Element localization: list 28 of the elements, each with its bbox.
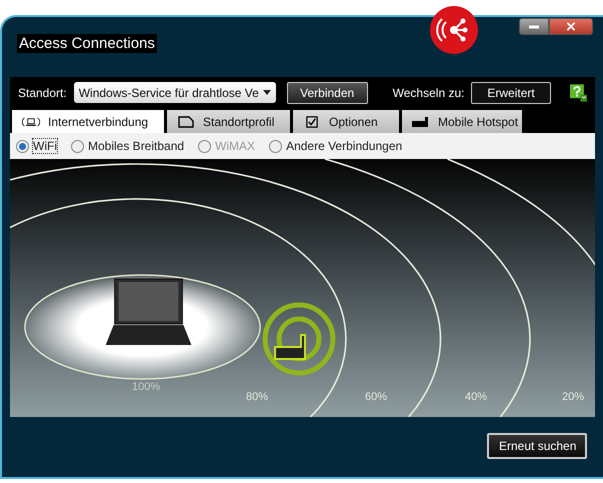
window-title: Access Connections [17, 34, 157, 53]
tab[interactable]: Mobile Hotspot [402, 110, 522, 133]
page-icon [177, 116, 195, 128]
tab[interactable]: Standortprofil [167, 110, 290, 133]
hotspot-device-icon [412, 116, 430, 128]
ring-label: 40% [465, 391, 488, 403]
advanced-button[interactable]: Erweitert [471, 82, 551, 104]
share-logo-icon [429, 5, 479, 55]
location-label: Standort: [18, 86, 67, 100]
caret-icon [262, 90, 271, 95]
switch-label: Wechseln zu: [392, 86, 464, 100]
radio-option[interactable]: Andere Verbindungen [269, 139, 402, 153]
radio-option[interactable]: WiFi [16, 139, 57, 153]
search-again-button[interactable]: Erneut suchen [487, 433, 587, 459]
help-icon[interactable] [570, 82, 587, 102]
close-button[interactable] [549, 18, 593, 35]
ring-label: 80% [246, 391, 268, 403]
minimize-button[interactable] [519, 18, 549, 35]
tab[interactable]: Internetverbindung [12, 110, 164, 133]
laptop-icon [22, 116, 40, 128]
radio-option[interactable]: Mobiles Breitband [71, 139, 184, 153]
connect-button[interactable]: Verbinden [286, 82, 368, 104]
ring-label: 100% [132, 381, 160, 393]
location-dropdown[interactable]: Windows-Service für drahtlose Ve [74, 82, 276, 103]
ring-label: 60% [365, 391, 388, 403]
close-icon [565, 22, 577, 31]
tab[interactable]: Optionen [293, 110, 399, 133]
ring-label: 20% [562, 391, 584, 403]
